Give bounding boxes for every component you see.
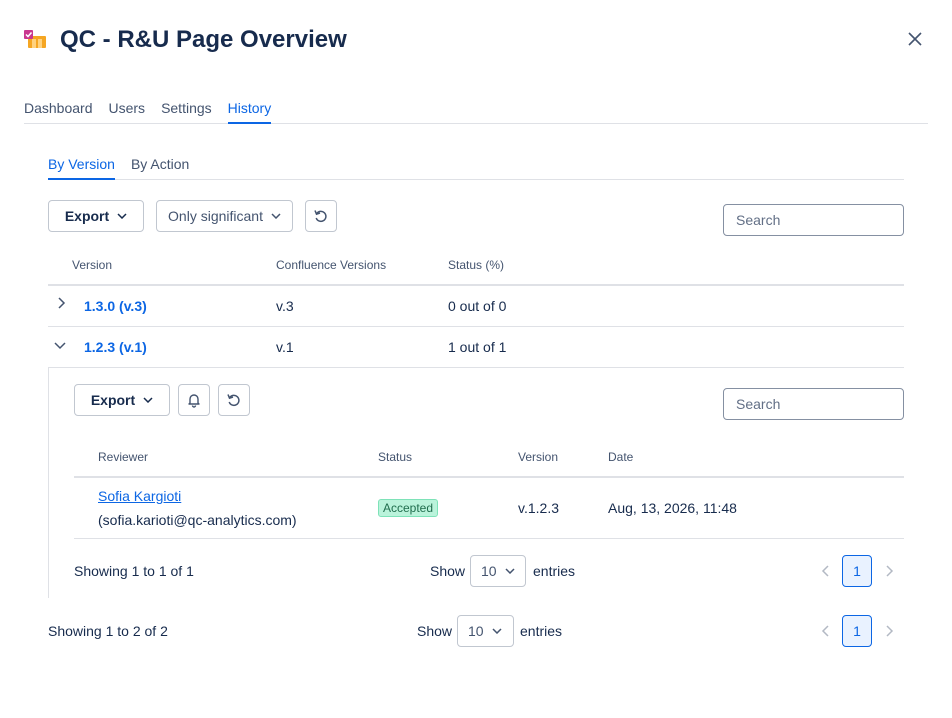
chevron-down-icon bbox=[143, 397, 153, 403]
column-header-confluence-versions: Confluence Versions bbox=[276, 258, 387, 272]
row-divider bbox=[48, 367, 904, 368]
nested-refresh-button[interactable] bbox=[218, 384, 250, 416]
status-cell: 0 out of 0 bbox=[448, 298, 507, 314]
chevron-down-icon bbox=[505, 568, 515, 574]
sub-tabs: By Version By Action bbox=[48, 156, 904, 180]
header-divider bbox=[74, 476, 904, 478]
column-header-status: Status bbox=[378, 450, 413, 464]
row-divider bbox=[48, 326, 904, 327]
chevron-right-icon[interactable] bbox=[54, 296, 68, 310]
status-cell: 1 out of 1 bbox=[448, 339, 507, 355]
nested-page-size-select[interactable]: 10 bbox=[470, 555, 526, 587]
chevron-right-icon[interactable] bbox=[882, 624, 896, 638]
nested-showing-text: Showing 1 to 1 of 1 bbox=[74, 563, 194, 579]
row-divider bbox=[74, 538, 904, 539]
chevron-down-icon bbox=[492, 628, 502, 634]
refresh-button[interactable] bbox=[305, 200, 337, 232]
tab-dashboard[interactable]: Dashboard bbox=[24, 100, 93, 123]
export-label: Export bbox=[90, 392, 136, 408]
chevron-left-icon[interactable] bbox=[819, 564, 833, 578]
significance-filter-dropdown[interactable]: Only significant bbox=[156, 200, 293, 232]
column-header-version: Version bbox=[72, 258, 113, 272]
chevron-down-icon bbox=[271, 213, 281, 219]
confluence-version-cell: v.1 bbox=[276, 339, 294, 355]
entries-label: entries bbox=[533, 563, 576, 579]
bell-icon bbox=[188, 394, 200, 408]
nested-page-button[interactable]: 1 bbox=[842, 555, 872, 587]
filter-label: Only significant bbox=[168, 208, 263, 224]
status-badge: Accepted bbox=[378, 499, 439, 517]
refresh-icon bbox=[227, 394, 240, 407]
export-button[interactable]: Export bbox=[48, 200, 144, 232]
tab-history[interactable]: History bbox=[227, 100, 271, 124]
version-link[interactable]: 1.2.3 (v.1) bbox=[84, 339, 147, 355]
column-header-date: Date bbox=[608, 450, 634, 464]
table-row: Sofia Kargioti bbox=[98, 488, 181, 504]
nested-export-button[interactable]: Export bbox=[74, 384, 170, 416]
column-header-reviewer: Reviewer bbox=[98, 450, 149, 464]
search-input[interactable] bbox=[723, 204, 904, 236]
page-size-select[interactable]: 10 bbox=[457, 615, 514, 647]
table-row: 1.3.0 (v.3) bbox=[84, 298, 147, 314]
date-cell: Aug, 13, 2026, 11:48 bbox=[608, 500, 737, 516]
close-icon bbox=[908, 32, 922, 46]
page-title: QC - R&U Page Overview bbox=[60, 26, 347, 53]
column-header-status: Status (%) bbox=[448, 258, 505, 272]
version-cell: v.1.2.3 bbox=[518, 500, 559, 516]
table-row: 1.2.3 (v.1) bbox=[84, 339, 147, 355]
tab-users[interactable]: Users bbox=[109, 100, 146, 123]
chevron-down-icon bbox=[117, 213, 127, 219]
entries-label: entries bbox=[520, 623, 563, 639]
page-button[interactable]: 1 bbox=[842, 615, 872, 647]
chevron-down-icon[interactable] bbox=[53, 338, 67, 352]
nested-panel-border bbox=[48, 368, 49, 598]
chevron-left-icon[interactable] bbox=[819, 624, 833, 638]
subtab-by-version[interactable]: By Version bbox=[48, 156, 115, 180]
version-link[interactable]: 1.3.0 (v.3) bbox=[84, 298, 147, 314]
refresh-icon bbox=[314, 210, 327, 223]
chevron-right-icon[interactable] bbox=[882, 564, 896, 578]
main-tabs: Dashboard Users Settings History bbox=[24, 100, 928, 124]
show-label: Show bbox=[417, 623, 453, 639]
page-size-value: 10 bbox=[481, 563, 497, 579]
tab-settings[interactable]: Settings bbox=[161, 100, 212, 123]
header-divider bbox=[48, 284, 904, 286]
nested-search-input[interactable] bbox=[723, 388, 904, 420]
close-button[interactable] bbox=[904, 28, 926, 50]
reviewer-email: (sofia.karioti@qc-analytics.com) bbox=[98, 512, 297, 528]
app-icon bbox=[24, 30, 46, 48]
column-header-version: Version bbox=[518, 450, 559, 464]
show-label: Show bbox=[430, 563, 466, 579]
reviewer-link[interactable]: Sofia Kargioti bbox=[98, 488, 181, 504]
page-size-value: 10 bbox=[468, 623, 484, 639]
subtab-by-action[interactable]: By Action bbox=[131, 156, 189, 179]
export-label: Export bbox=[64, 208, 110, 224]
showing-text: Showing 1 to 2 of 2 bbox=[48, 623, 168, 639]
notify-button[interactable] bbox=[178, 384, 210, 416]
confluence-version-cell: v.3 bbox=[276, 298, 294, 314]
